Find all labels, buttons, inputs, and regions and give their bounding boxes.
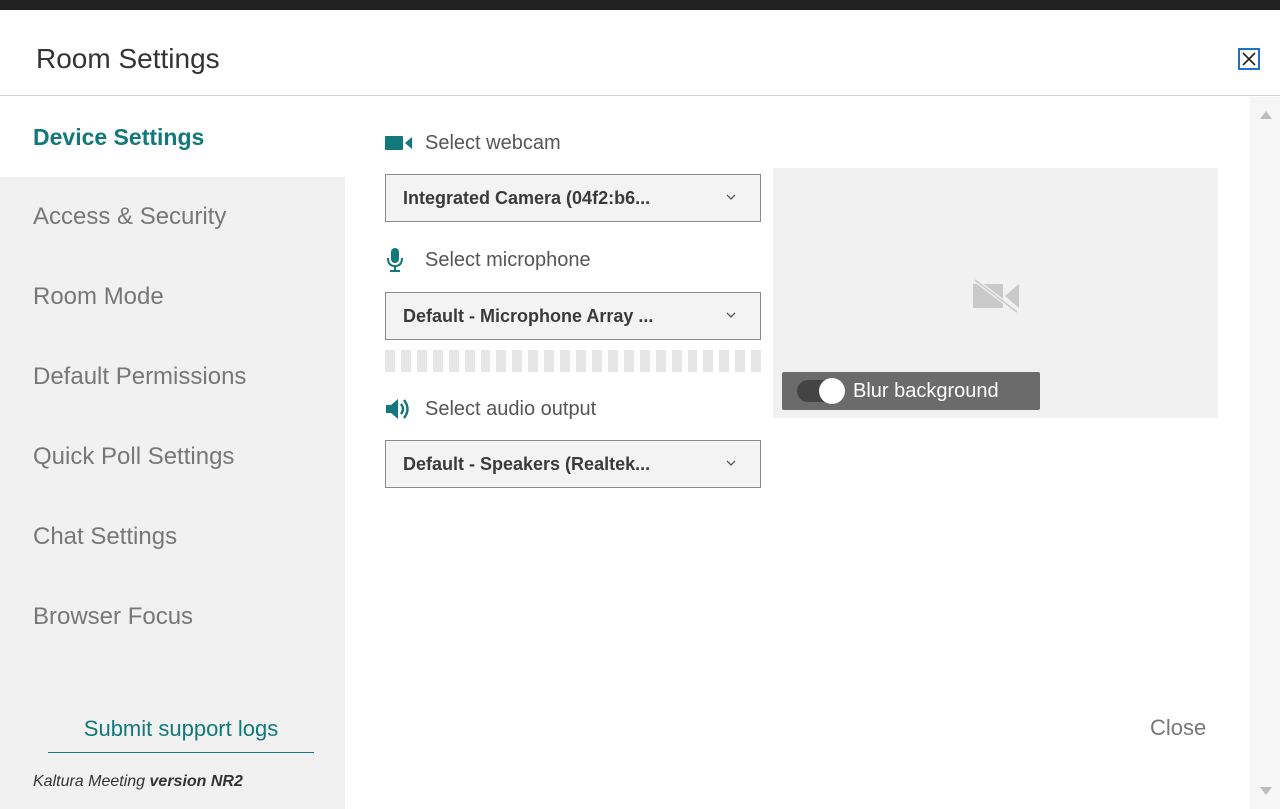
sidebar-item-label: Access & Security [33,203,227,230]
webcam-select[interactable]: Integrated Camera (04f2:b6... [385,174,761,222]
audio-output-label-text: Select audio output [425,397,597,420]
sidebar-item-label: Quick Poll Settings [33,443,235,470]
microphone-select-value: Default - Microphone Array ... [403,305,654,326]
blur-background-toggle[interactable]: Blur background [782,372,1040,410]
sidebar-item-access-security[interactable]: Access & Security [0,177,345,257]
sidebar-item-label: Device Settings [33,123,205,150]
video-camera-icon [385,130,415,156]
toggle-switch [797,378,845,404]
submit-support-logs-link[interactable]: Submit support logs [48,705,314,753]
scrollbar[interactable] [1250,97,1280,809]
blur-background-label: Blur background [853,379,999,402]
close-dialog-button[interactable] [1238,48,1260,70]
sidebar-item-room-mode[interactable]: Room Mode [0,257,345,337]
sidebar-item-label: Chat Settings [33,523,178,550]
webcam-select-value: Integrated Camera (04f2:b6... [403,187,651,208]
sidebar-item-label: Default Permissions [33,363,247,390]
sidebar-item-browser-focus[interactable]: Browser Focus [0,577,345,657]
version-info: Kaltura Meeting version NR2 [33,773,243,791]
microphone-label: Select microphone [385,247,591,273]
page-title: Room Settings [36,43,220,74]
scroll-down-icon[interactable] [1260,787,1272,795]
sidebar-item-label: Room Mode [33,283,164,310]
microphone-label-text: Select microphone [425,248,591,271]
audio-output-select-value: Default - Speakers (Realtek... [403,453,651,474]
microphone-select[interactable]: Default - Microphone Array ... [385,292,761,340]
sidebar-item-quick-poll-settings[interactable]: Quick Poll Settings [0,417,345,497]
sidebar-item-default-permissions[interactable]: Default Permissions [0,337,345,417]
version-value: version NR2 [149,773,243,790]
webcam-label-text: Select webcam [425,131,561,154]
close-button[interactable]: Close [1150,715,1206,741]
speaker-icon [385,396,415,422]
scroll-up-icon[interactable] [1260,111,1272,119]
settings-sidebar: Device Settings Access & Security Room M… [0,97,345,809]
microphone-icon [385,247,415,273]
microphone-level-meter [385,350,762,372]
sidebar-item-label: Browser Focus [33,603,194,630]
dialog-header: Room Settings [0,10,1280,96]
version-prefix: Kaltura Meeting [33,773,146,790]
chevron-down-icon [726,460,736,466]
chevron-down-icon [726,312,736,318]
window-top-bar [0,0,1280,10]
webcam-label: Select webcam [385,130,561,156]
webcam-preview: Blur background [773,168,1218,418]
toggle-knob [819,378,845,404]
close-icon [1242,52,1256,66]
chevron-down-icon [726,194,736,200]
camera-off-icon [973,278,1019,314]
sidebar-item-device-settings[interactable]: Device Settings [0,97,345,177]
audio-output-label: Select audio output [385,396,596,422]
audio-output-select[interactable]: Default - Speakers (Realtek... [385,440,761,488]
sidebar-item-chat-settings[interactable]: Chat Settings [0,497,345,577]
